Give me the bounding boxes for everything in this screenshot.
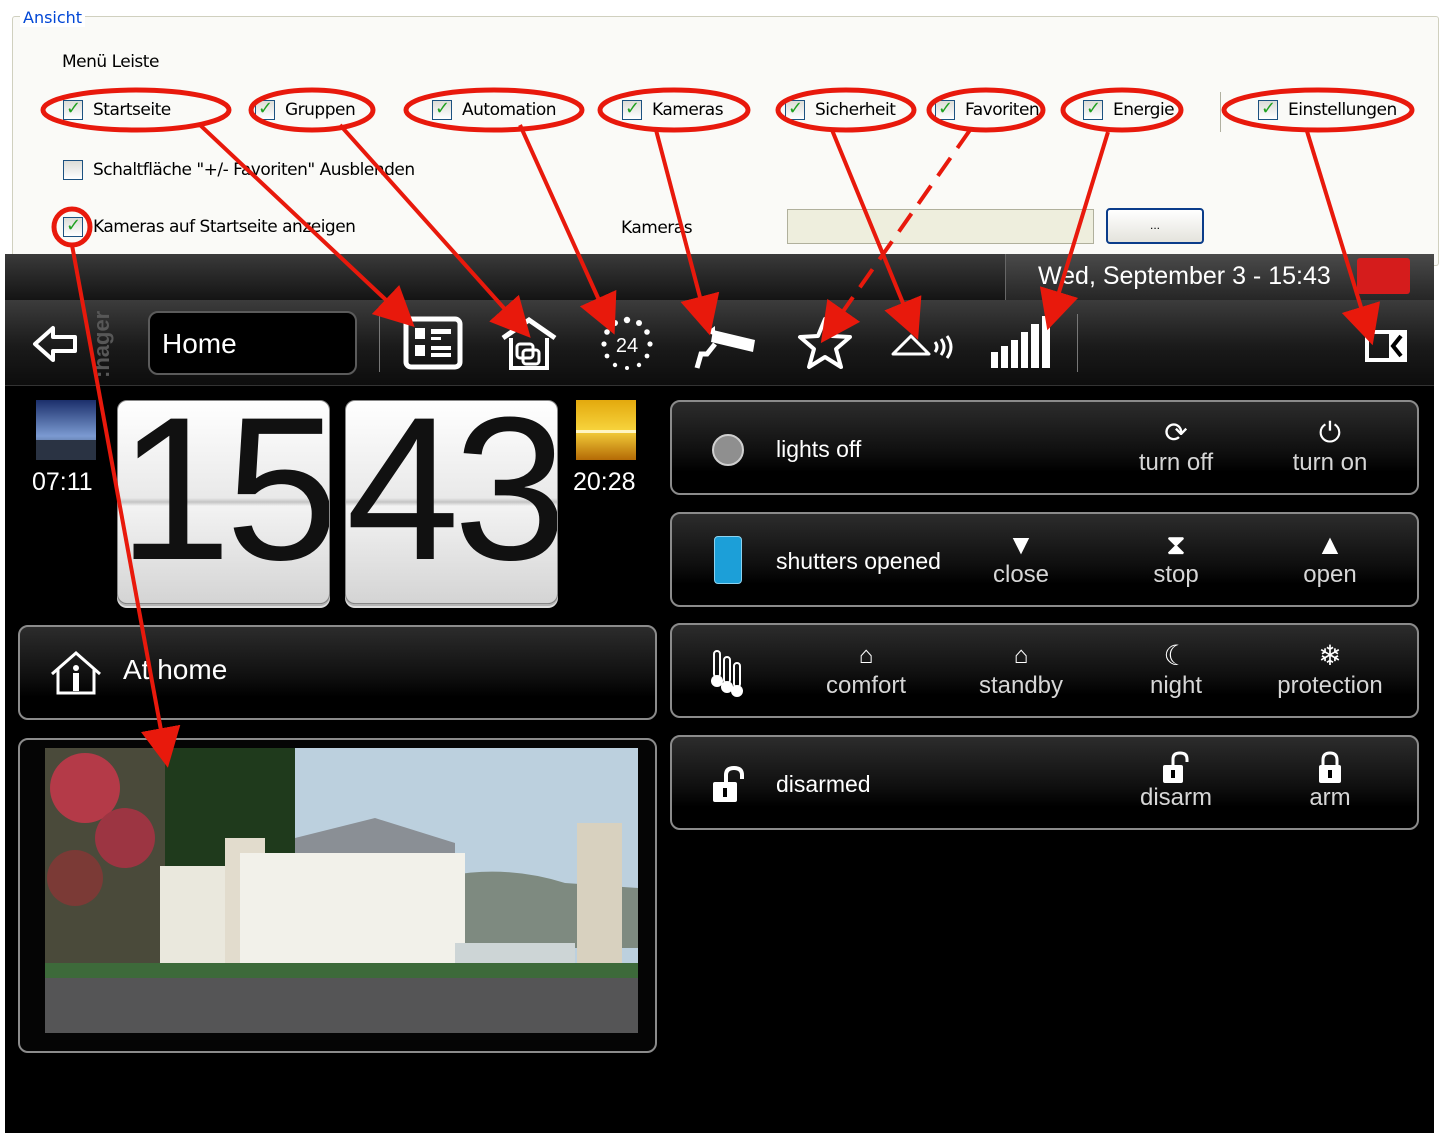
alert-badge[interactable]	[1357, 258, 1410, 294]
nav-sicherheit[interactable]	[889, 314, 953, 372]
checkbox-box[interactable]	[63, 160, 83, 180]
checkbox-box[interactable]	[1083, 98, 1103, 120]
triangle-up-icon: ▲	[1316, 529, 1344, 560]
back-button[interactable]	[27, 318, 83, 370]
group-legend: Ansicht	[20, 8, 86, 27]
snowflake-icon: ❄	[1318, 640, 1342, 671]
automation-24-icon: 24	[601, 316, 653, 370]
checkbox-label: Kameras auf Startseite anzeigen	[93, 217, 356, 237]
thermometers-icon	[711, 650, 743, 697]
brand-logo: :hager	[89, 310, 114, 378]
lights-status: lights off	[776, 436, 862, 462]
groups-house-icon	[501, 316, 557, 370]
checkbox-label: Kameras	[652, 100, 724, 120]
arm-button[interactable]: arm	[1260, 751, 1400, 821]
checkbox-label: Favoriten	[965, 100, 1040, 120]
turn-on-button[interactable]: ⏻ turn on	[1260, 416, 1400, 486]
checkbox-label: Einstellungen	[1288, 100, 1397, 120]
nav-startseite[interactable]	[401, 314, 465, 372]
power-icon: ⏻	[1318, 417, 1342, 448]
cameras-label: Kameras	[621, 218, 693, 238]
checkbox-box[interactable]	[432, 98, 452, 120]
svg-text:24: 24	[616, 335, 638, 357]
checkbox-box[interactable]	[1258, 98, 1278, 120]
hourglass-icon: ⧗	[1166, 529, 1186, 560]
favorites-star-icon	[798, 317, 852, 369]
status-bar: Wed, September 3 - 15:43	[5, 254, 1434, 300]
checkbox-box[interactable]	[622, 98, 642, 120]
shutters-row: shutters opened ▼ close ⧗ stop ▲ open	[670, 512, 1419, 607]
checkbox-label: Gruppen	[285, 100, 356, 120]
settings-panel-icon	[1365, 330, 1407, 362]
stop-button[interactable]: ⧗ stop	[1106, 528, 1246, 598]
settings-panel: Ansicht Menü Leiste Startseite Gruppen A…	[0, 0, 1439, 266]
checkbox-label: Sicherheit	[815, 100, 896, 120]
alarm-status: disarmed	[776, 771, 871, 797]
lights-row: lights off ⟳ turn off ⏻ turn on	[670, 400, 1419, 495]
menu-bar-label: Menü Leiste	[62, 52, 159, 72]
nav-einstellungen[interactable]	[1361, 314, 1411, 372]
disarm-button[interactable]: disarm	[1106, 751, 1246, 821]
refresh-icon: ⟳	[1164, 417, 1188, 448]
nav-gruppen[interactable]	[497, 314, 561, 372]
nav-automation[interactable]: 24	[595, 314, 659, 372]
checkbox-box[interactable]	[935, 98, 955, 120]
padlock-closed-icon	[1319, 751, 1341, 783]
checkbox-box[interactable]	[63, 215, 83, 237]
sunset-time: 20:28	[573, 468, 636, 496]
shutters-status: shutters opened	[776, 548, 941, 574]
heating-row: ⌂ comfort ⌂ standby ☾ night ❄ protection	[670, 623, 1419, 718]
nav-favoriten[interactable]	[793, 314, 857, 372]
padlock-open-icon	[1163, 751, 1189, 783]
startseite-list-icon	[403, 316, 463, 370]
protection-button[interactable]: ❄ protection	[1260, 639, 1400, 709]
checkbox-box[interactable]	[63, 98, 83, 120]
sunset-image	[576, 400, 636, 460]
camera-feed[interactable]	[45, 748, 638, 1033]
turn-off-button[interactable]: ⟳ turn off	[1106, 416, 1246, 486]
padlock-open-icon	[713, 765, 744, 802]
date-time: Wed, September 3 - 15:43	[1038, 262, 1331, 290]
cameras-input[interactable]	[787, 209, 1094, 244]
night-button[interactable]: ☾ night	[1106, 639, 1246, 709]
comfort-button[interactable]: ⌂ comfort	[796, 639, 936, 709]
close-button[interactable]: ▼ close	[951, 528, 1091, 598]
sunrise-time: 07:11	[32, 468, 93, 496]
cameras-browse-button[interactable]: ...	[1106, 208, 1204, 244]
moon-icon: ☾	[1163, 640, 1189, 671]
sunrise-image	[36, 400, 96, 460]
nav-separator	[379, 314, 380, 372]
nav-energie[interactable]	[989, 314, 1053, 372]
house-person-icon	[51, 651, 101, 695]
checkbox-label: Startseite	[93, 100, 171, 120]
nav-kameras[interactable]	[693, 314, 757, 372]
menu-separator	[1220, 92, 1221, 132]
nav-bar: :hager Home 24	[5, 300, 1434, 386]
security-house-signal-icon	[891, 334, 953, 359]
open-button[interactable]: ▲ open	[1260, 528, 1400, 598]
presence-label: At home	[123, 654, 228, 685]
triangle-down-icon: ▼	[1007, 529, 1035, 560]
back-arrow-icon	[33, 326, 77, 362]
light-status-icon	[712, 434, 744, 466]
checkbox-label: Schaltfläche "+/- Favoriten" Ausblenden	[93, 160, 415, 180]
alarm-row: disarmed disarm arm	[670, 735, 1419, 830]
clock-hours: 15	[117, 400, 330, 604]
energy-bars-icon	[991, 316, 1050, 368]
checkbox-box[interactable]	[785, 98, 805, 120]
presence-panel[interactable]	[18, 625, 657, 720]
home-selector[interactable]: Home	[148, 311, 357, 375]
checkbox-box[interactable]	[255, 98, 275, 120]
checkbox-label: Energie	[1113, 100, 1175, 120]
home-app: Wed, September 3 - 15:43 :hager Home 24 …	[5, 254, 1434, 1133]
house-standby-icon: ⌂	[1013, 642, 1029, 669]
house-comfort-icon: ⌂	[858, 642, 874, 669]
clock-minutes: 43	[345, 400, 558, 604]
checkbox-label: Automation	[462, 100, 557, 120]
camera-icon	[694, 326, 755, 369]
camera-panel[interactable]	[18, 738, 657, 1053]
nav-separator	[1077, 314, 1078, 372]
shutter-status-icon	[714, 536, 742, 584]
standby-button[interactable]: ⌂ standby	[951, 639, 1091, 709]
